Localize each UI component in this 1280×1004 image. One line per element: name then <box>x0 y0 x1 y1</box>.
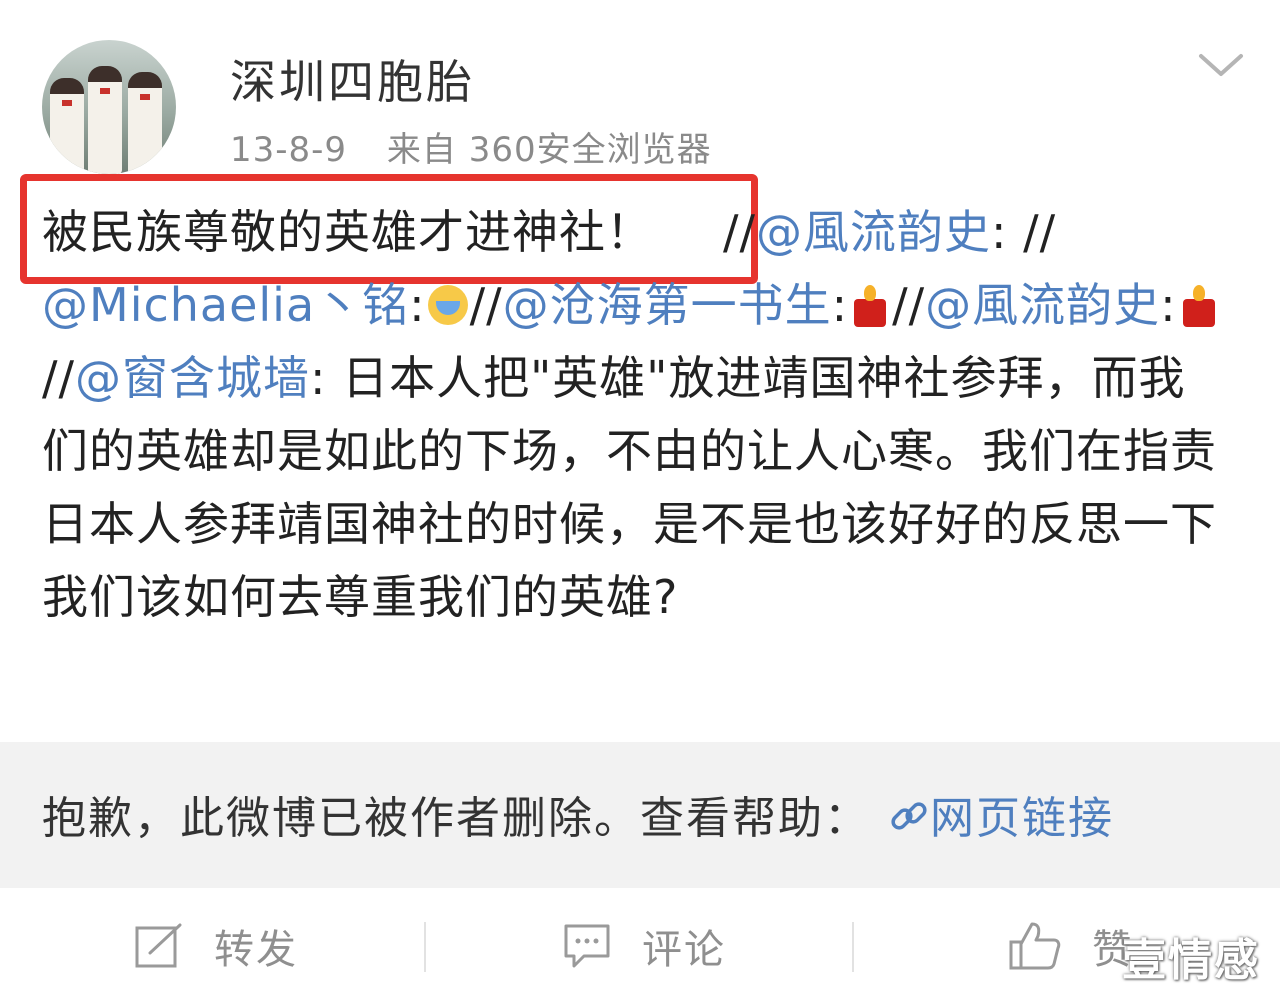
divider <box>424 922 426 972</box>
repost-suffix: : <box>409 278 426 332</box>
weibo-post-page: 深圳四胞胎 13-8-9 来自 360安全浏览器 被民族尊敬的英雄才进神社！ //… <box>0 0 1280 1004</box>
candle-emoji <box>848 283 892 327</box>
deleted-notice-text: 抱歉，此微博已被作者删除。查看帮助： <box>42 793 870 844</box>
highlighted-text: 被民族尊敬的英雄才进神社！ <box>42 205 653 259</box>
post-source: 来自 360安全浏览器 <box>386 130 712 170</box>
mention-link[interactable]: @風流韵史 <box>925 278 1160 332</box>
repost-suffix: : <box>831 278 849 332</box>
edit-icon <box>135 923 182 968</box>
mention-link[interactable]: @風流韵史 <box>756 205 991 259</box>
author-name[interactable]: 深圳四胞胎 <box>230 46 475 112</box>
comment-button[interactable]: 评论 <box>562 918 726 974</box>
repost-prefix: // <box>42 351 75 405</box>
comment-label: 评论 <box>642 927 726 973</box>
repost-label: 转发 <box>214 927 298 973</box>
watermark: 壹情感 <box>1122 935 1260 986</box>
repost-suffix: : <box>1160 278 1177 332</box>
avatar-figure <box>88 66 122 174</box>
post-date: 13-8-9 <box>230 130 348 170</box>
post-meta: 13-8-9 来自 360安全浏览器 <box>230 122 712 171</box>
link-icon <box>891 802 927 830</box>
mention-link[interactable]: @沧海第一书生 <box>503 278 832 332</box>
avatar-figure <box>128 72 162 174</box>
mention-link[interactable]: @Michaelia丶铭 <box>42 278 409 332</box>
chevron-down-icon[interactable] <box>1198 50 1244 80</box>
avatar-figure <box>50 78 84 174</box>
action-bar: 转发 评论 赞 <box>0 888 1280 1004</box>
deleted-original-card: 抱歉，此微博已被作者删除。查看帮助： 网页链接 <box>0 742 1280 888</box>
thumbs-up-icon <box>1009 922 1061 970</box>
post-body: 被民族尊敬的英雄才进神社！//@風流韵史: //@Michaelia丶铭://@… <box>42 196 1232 634</box>
avatar[interactable] <box>42 40 176 174</box>
repost-button[interactable]: 转发 <box>134 918 298 974</box>
web-link[interactable]: 网页链接 <box>888 793 1114 844</box>
deleted-notice: 抱歉，此微博已被作者删除。查看帮助： 网页链接 <box>42 782 1114 846</box>
crying-face-emoji <box>426 283 470 327</box>
repost-prefix: // <box>469 278 503 332</box>
candle-emoji <box>1177 283 1221 327</box>
repost-suffix: : <box>310 351 343 405</box>
divider <box>852 922 854 972</box>
like-button[interactable]: 赞 <box>1008 918 1134 974</box>
mention-link[interactable]: @窗含城墙 <box>75 351 310 405</box>
repost-suffix: : // <box>991 205 1057 259</box>
comment-icon <box>564 924 610 968</box>
repost-prefix: // <box>892 278 926 332</box>
repost-prefix: // <box>723 205 756 259</box>
web-link-label: 网页链接 <box>930 793 1114 844</box>
